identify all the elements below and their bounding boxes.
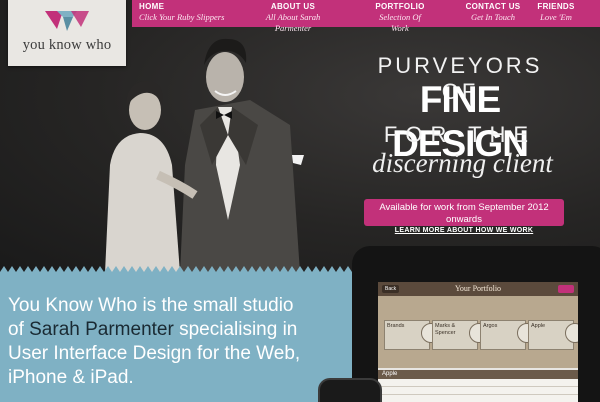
- list-item: [378, 387, 578, 395]
- ipad-tile: Brands: [384, 320, 441, 350]
- ipad-tile-label: Marks & Spencer: [435, 323, 456, 336]
- logo[interactable]: you know who: [8, 0, 126, 66]
- nav-friends-subtitle: Love 'Em: [540, 12, 572, 22]
- logo-mark-icon: [45, 11, 89, 31]
- ipad-screen: Back Your Portfolio Brands Marks & Spenc…: [378, 282, 578, 402]
- nav-about-title: ABOUT US: [270, 2, 316, 11]
- ipad-list: Apple: [378, 370, 578, 402]
- list-item: [378, 395, 578, 402]
- hero-photo: [105, 38, 304, 273]
- availability-banner: Available for work from September 2012 o…: [364, 199, 564, 234]
- ipad-action-button: [558, 285, 574, 293]
- headline-line4: discerning client: [372, 148, 553, 178]
- nav-portfolio-subtitle: Selection Of Work: [379, 12, 421, 33]
- ipad-tile-label: Argos: [483, 323, 498, 329]
- availability-text: Available for work from September 2012 o…: [379, 202, 549, 225]
- ipad-list-header: Apple: [378, 370, 578, 379]
- nav-friends[interactable]: FRIENDS Love 'Em: [536, 2, 576, 23]
- headline-line3: FOR THE: [383, 122, 537, 147]
- nav-contact-subtitle: Get In Touch: [470, 12, 516, 22]
- ipad-tile: Argos: [480, 320, 537, 350]
- ipad-tile-label: Apple: [531, 323, 546, 329]
- nav-home-title: HOME: [139, 2, 165, 11]
- ipad-tile: Marks & Spencer: [432, 320, 489, 350]
- ipad-app-title: Your Portfolio: [454, 284, 502, 293]
- ipad-shelf: Brands Marks & Spencer Argos Apple: [378, 296, 578, 368]
- nav-about[interactable]: ABOUT US All About Sarah Parmenter: [250, 2, 336, 34]
- ipad-tile-label: Brands: [387, 323, 405, 329]
- nav-home-subtitle: Click Your Ruby Slippers: [139, 12, 225, 22]
- nav-friends-title: FRIENDS: [537, 2, 575, 11]
- nav-portfolio[interactable]: PORTFOLIO Selection Of Work: [370, 2, 430, 34]
- nav-home[interactable]: HOME Click Your Ruby Slippers: [139, 2, 224, 23]
- sarah-parmenter-link[interactable]: Sarah Parmenter: [29, 319, 174, 340]
- ipad-tile: Apple: [528, 320, 578, 350]
- nav-portfolio-title: PORTFOLIO: [375, 2, 425, 11]
- logo-text: you know who: [22, 37, 112, 53]
- list-item: [378, 379, 578, 387]
- nav-about-subtitle: All About Sarah Parmenter: [265, 12, 321, 33]
- nav-contact-title: CONTACT US: [465, 2, 521, 11]
- page: HOME Click Your Ruby Slippers ABOUT US A…: [0, 0, 600, 402]
- learn-more-link[interactable]: LEARN MORE ABOUT HOW WE WORK: [364, 226, 564, 235]
- ipad-app-bar: Back Your Portfolio: [378, 282, 578, 296]
- iphone-device: [318, 378, 382, 402]
- intro-text: You Know Who is the small studio of Sara…: [8, 294, 308, 390]
- ipad-tile-dial: [565, 323, 578, 343]
- nav-contact[interactable]: CONTACT US Get In Touch: [463, 2, 523, 23]
